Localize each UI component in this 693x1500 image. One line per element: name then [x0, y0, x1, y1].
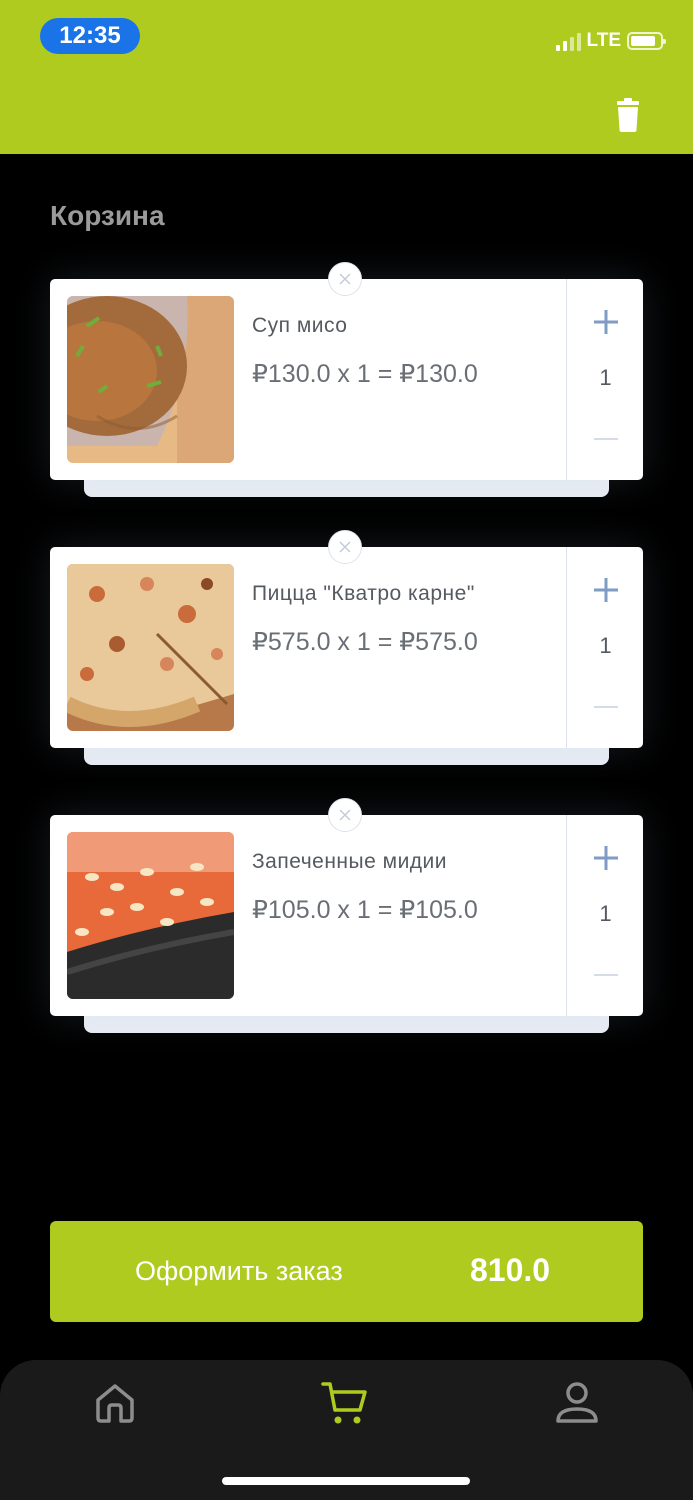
trash-icon	[617, 98, 639, 132]
decrease-quantity-button[interactable]	[591, 960, 621, 990]
plus-icon	[594, 846, 618, 870]
battery-icon	[627, 32, 666, 50]
tab-home[interactable]	[90, 1378, 140, 1428]
product-image-miso-soup	[67, 296, 234, 463]
close-icon	[339, 541, 351, 553]
minus-icon	[594, 438, 618, 440]
product-image-baked-mussels	[67, 832, 234, 999]
tab-cart[interactable]	[320, 1378, 370, 1428]
cart-item: Запеченные мидии ₽105.0 x 1 = ₽105.0 1	[50, 798, 644, 1033]
home-indicator	[222, 1477, 470, 1485]
quantity-stepper: 1	[566, 815, 644, 1016]
close-icon	[339, 809, 351, 821]
product-name: Суп мисо	[252, 314, 348, 337]
status-indicators: LTE	[555, 30, 666, 52]
remove-item-button[interactable]	[328, 530, 362, 564]
product-name: Пицца "Кватро карне"	[252, 582, 475, 605]
clear-cart-button[interactable]	[608, 96, 648, 136]
remove-item-button[interactable]	[328, 798, 362, 832]
increase-quantity-button[interactable]	[591, 307, 621, 337]
status-time: 12:35	[40, 18, 140, 54]
plus-icon	[594, 310, 618, 334]
product-image-pizza	[67, 564, 234, 731]
product-price-line: ₽130.0 x 1 = ₽130.0	[252, 360, 478, 388]
product-price-line: ₽575.0 x 1 = ₽575.0	[252, 628, 478, 656]
quantity-value: 1	[599, 633, 612, 658]
minus-icon	[594, 974, 618, 976]
decrease-quantity-button[interactable]	[591, 424, 621, 454]
increase-quantity-button[interactable]	[591, 575, 621, 605]
quantity-stepper: 1	[566, 279, 644, 480]
product-price-line: ₽105.0 x 1 = ₽105.0	[252, 896, 478, 924]
app-header: 12:35 LTE	[0, 0, 693, 154]
decrease-quantity-button[interactable]	[591, 692, 621, 722]
home-icon	[96, 1384, 134, 1423]
checkout-button[interactable]: Оформить заказ 810.0	[50, 1221, 643, 1322]
quantity-stepper: 1	[566, 547, 644, 748]
remove-item-button[interactable]	[328, 262, 362, 296]
cart-icon	[321, 1382, 367, 1424]
user-icon	[556, 1382, 598, 1423]
quantity-value: 1	[599, 365, 612, 390]
network-label: LTE	[586, 30, 621, 51]
product-name: Запеченные мидии	[252, 850, 448, 873]
plus-icon	[594, 578, 618, 602]
quantity-value: 1	[599, 901, 612, 926]
signal-icon	[555, 31, 581, 51]
page-title: Корзина	[50, 200, 165, 231]
order-total: 810.0	[470, 1252, 551, 1288]
increase-quantity-button[interactable]	[591, 843, 621, 873]
tab-profile[interactable]	[552, 1378, 602, 1428]
checkout-label: Оформить заказ	[135, 1256, 343, 1286]
close-icon	[339, 273, 351, 285]
cart-item: Пицца "Кватро карне" ₽575.0 x 1 = ₽575.0…	[50, 530, 644, 765]
cart-item: Суп мисо ₽130.0 x 1 = ₽130.0 1	[50, 262, 644, 497]
minus-icon	[594, 706, 618, 708]
